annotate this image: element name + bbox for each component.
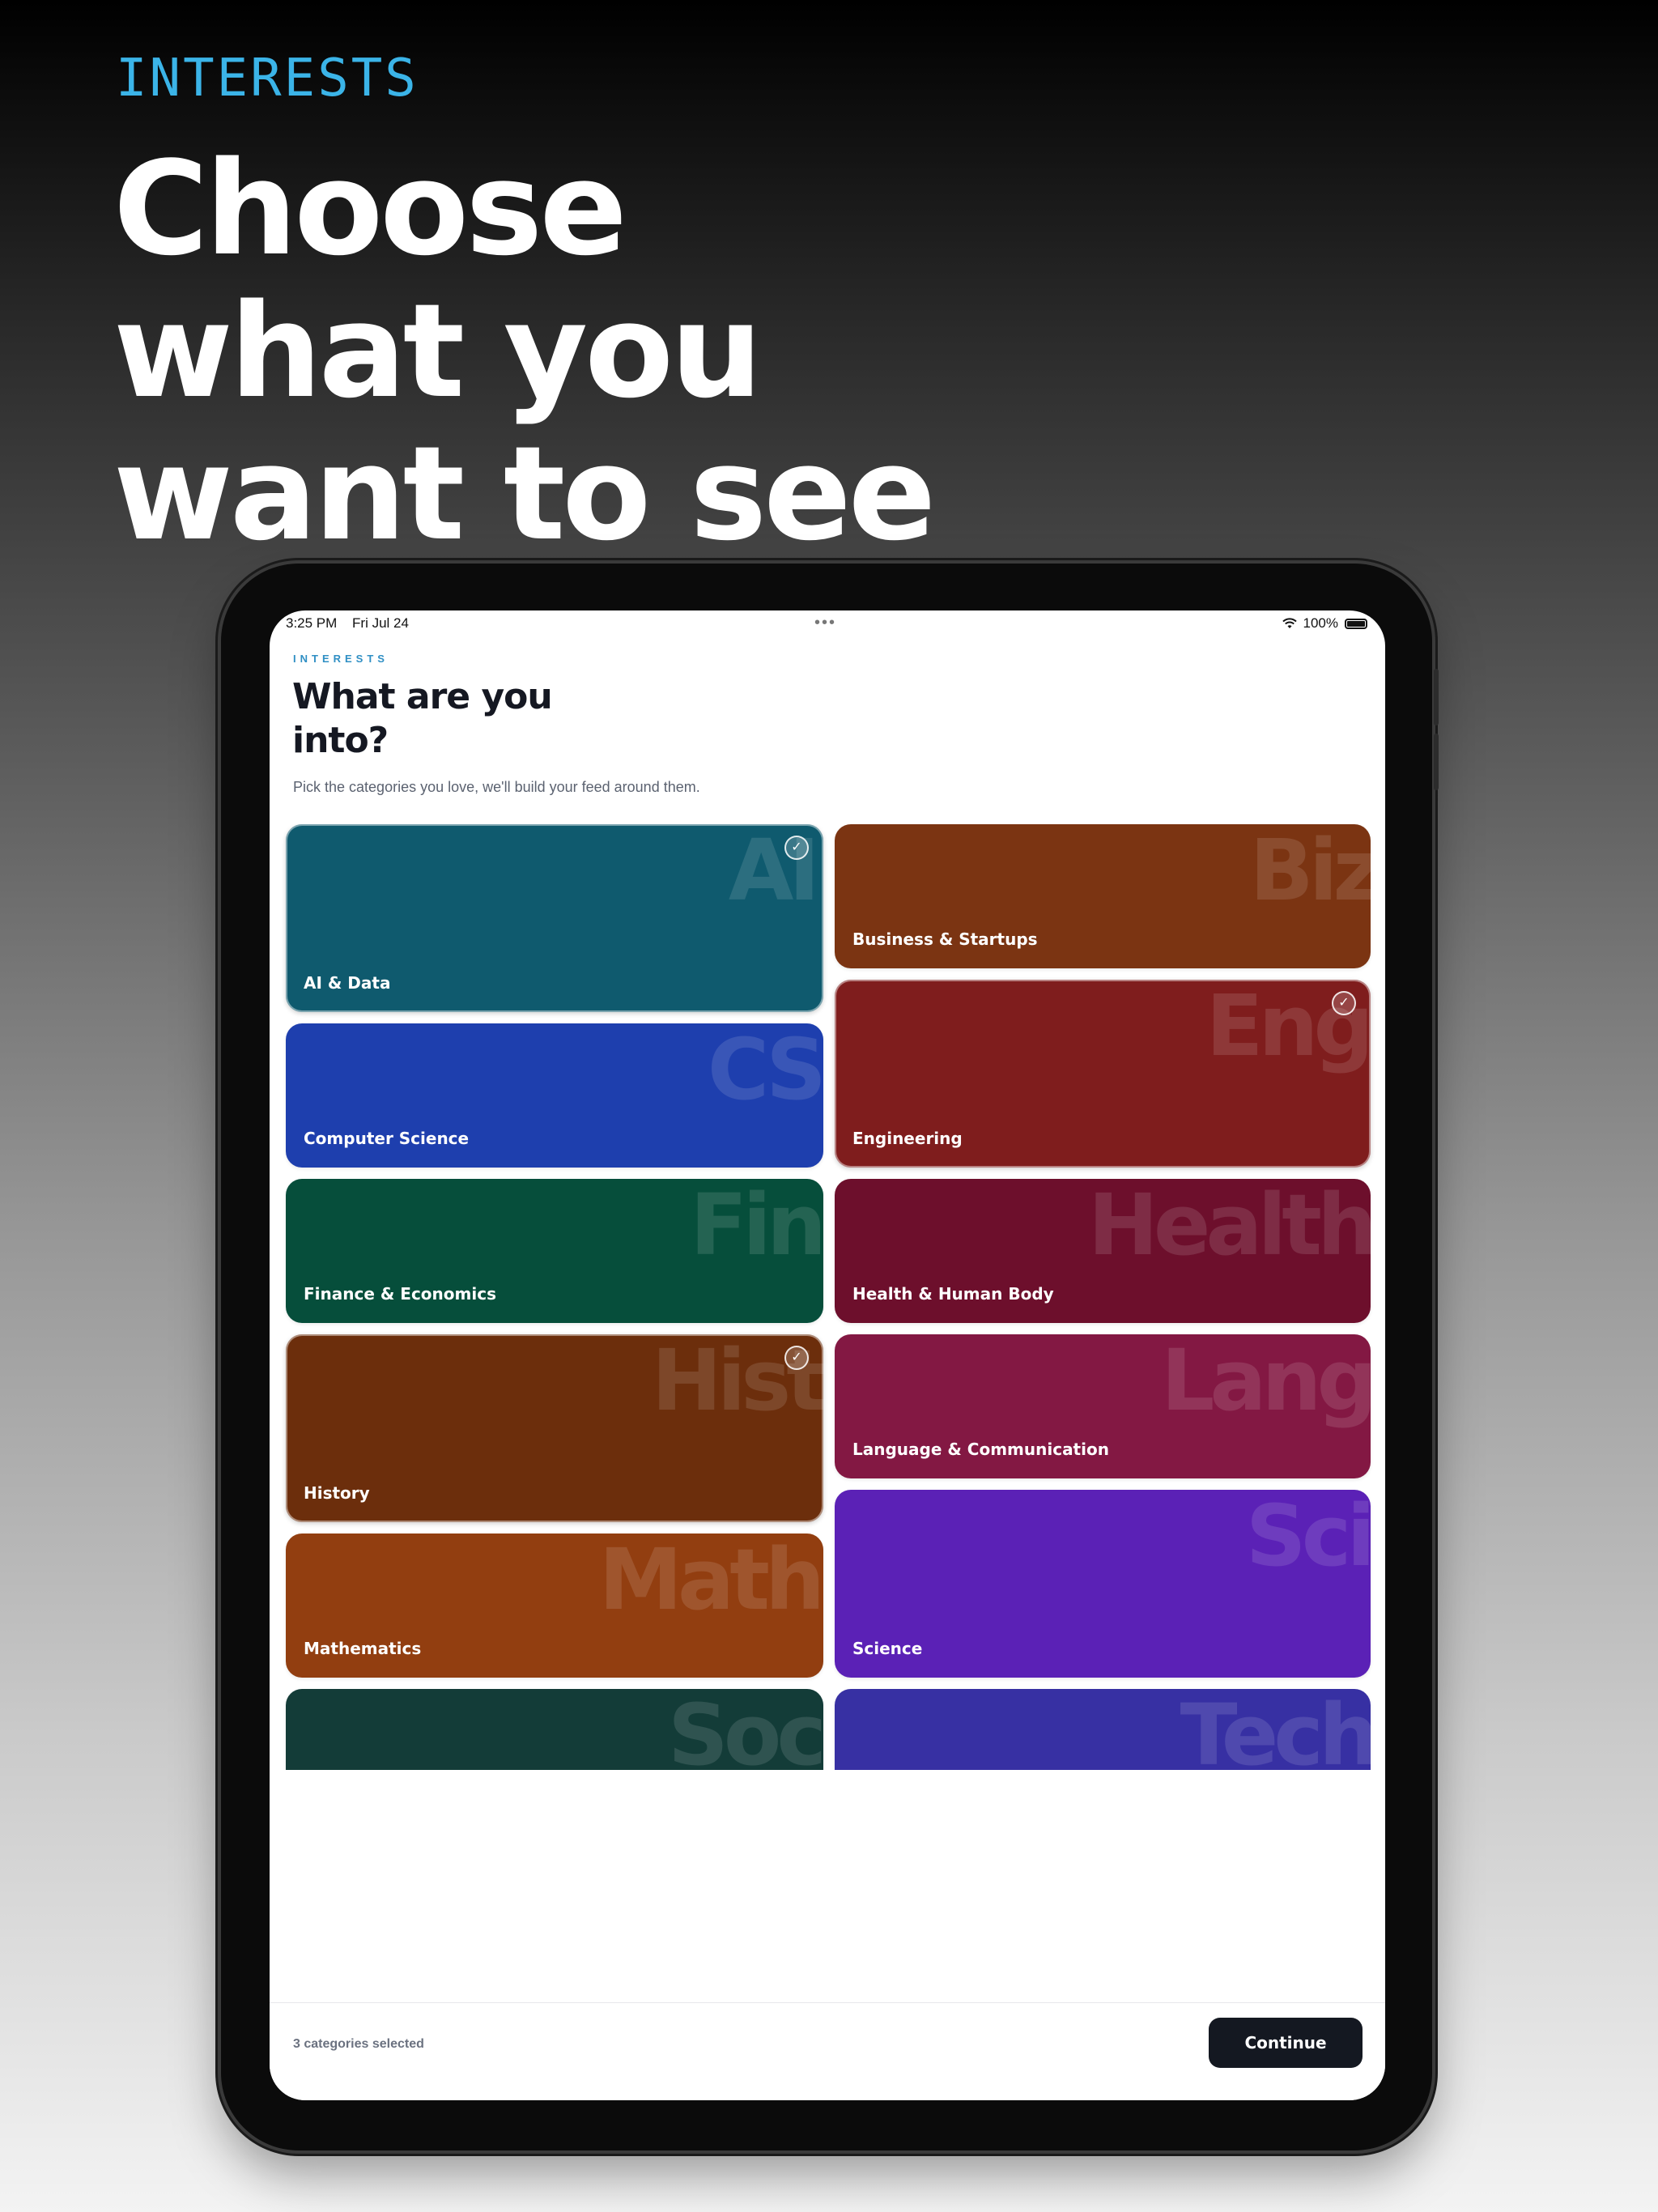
category-watermark: Health (1087, 1179, 1371, 1274)
volume-button (1434, 734, 1439, 790)
category-card[interactable]: Math Mathematics (286, 1534, 823, 1678)
status-indicators: 100% (1282, 615, 1367, 632)
category-label: Engineering (852, 1129, 963, 1148)
status-bar: 3:25 PM Fri Jul 24 ••• 100% (270, 610, 1385, 643)
category-card[interactable]: Health Health & Human Body (835, 1179, 1371, 1323)
category-watermark: CS (707, 1023, 823, 1119)
category-label: Computer Science (304, 1129, 470, 1148)
category-card[interactable]: Biz Business & Startups (835, 824, 1371, 968)
tablet-device-frame: 3:25 PM Fri Jul 24 ••• 100% INTERESTS Wh… (221, 564, 1439, 2150)
category-label: Business & Startups (852, 929, 1038, 949)
category-label: Mathematics (304, 1639, 422, 1658)
page-title: What are you into? (292, 676, 553, 761)
multitasking-dots-icon[interactable]: ••• (814, 615, 836, 631)
category-card[interactable]: Eng Engineering ✓ (835, 980, 1371, 1168)
category-grid[interactable]: AI AI & Data ✓ Biz Business & Startups CS Comp… (270, 824, 1385, 1770)
category-label: History (304, 1483, 370, 1503)
category-watermark: Tech (1180, 1689, 1371, 1770)
section-eyebrow: INTERESTS (293, 653, 389, 665)
category-label: Science (852, 1639, 923, 1658)
category-label: AI & Data (304, 973, 391, 993)
category-card[interactable]: Fin Finance & Economics (286, 1179, 823, 1323)
promo-title-line-3: want to see (113, 418, 936, 569)
battery-percent: 100% (1303, 615, 1338, 631)
status-date: Fri Jul 24 (352, 615, 409, 631)
continue-button[interactable]: Continue (1209, 2018, 1363, 2068)
checkmark-icon: ✓ (1332, 991, 1356, 1015)
wifi-icon (1282, 618, 1297, 628)
category-watermark: Sci (1245, 1490, 1371, 1585)
category-card[interactable]: AI AI & Data ✓ (286, 824, 823, 1012)
promo-title: Choose what you want to see (113, 138, 1247, 565)
checkmark-icon: ✓ (784, 1346, 809, 1370)
promo-title-line-1: Choose (113, 133, 627, 284)
category-card[interactable]: Lang Language & Communication (835, 1334, 1371, 1478)
bottom-action-bar: 3 categories selected Continue (270, 2002, 1385, 2100)
category-card[interactable]: Sci Science (835, 1490, 1371, 1678)
status-time: 3:25 PM (286, 615, 338, 631)
category-watermark: Biz (1249, 824, 1371, 920)
category-label: Finance & Economics (304, 1284, 496, 1304)
category-watermark: Soc (668, 1689, 823, 1770)
promo-title-line-2: what you (113, 275, 763, 427)
selected-count: 3 categories selected (293, 2037, 424, 2051)
category-card[interactable]: Hist History ✓ (286, 1334, 823, 1522)
category-watermark: Lang (1161, 1334, 1371, 1430)
category-label: Health & Human Body (852, 1284, 1054, 1304)
category-label: Language & Communication (852, 1440, 1109, 1459)
page-subtitle: Pick the categories you love, we'll buil… (293, 779, 700, 795)
category-card[interactable]: CS Computer Science (286, 1023, 823, 1168)
status-time-date: 3:25 PM Fri Jul 24 (286, 615, 420, 632)
app-screen: 3:25 PM Fri Jul 24 ••• 100% INTERESTS Wh… (270, 610, 1385, 2100)
category-card[interactable]: SocSociety & Politics (286, 1689, 823, 1770)
category-watermark: Math (598, 1534, 823, 1629)
volume-button (1434, 669, 1439, 725)
category-watermark: Fin (690, 1179, 823, 1274)
battery-icon (1345, 618, 1367, 629)
promo-eyebrow: INTERESTS (116, 49, 419, 108)
checkmark-icon: ✓ (784, 836, 809, 860)
category-card[interactable]: TechTechnology (835, 1689, 1371, 1770)
